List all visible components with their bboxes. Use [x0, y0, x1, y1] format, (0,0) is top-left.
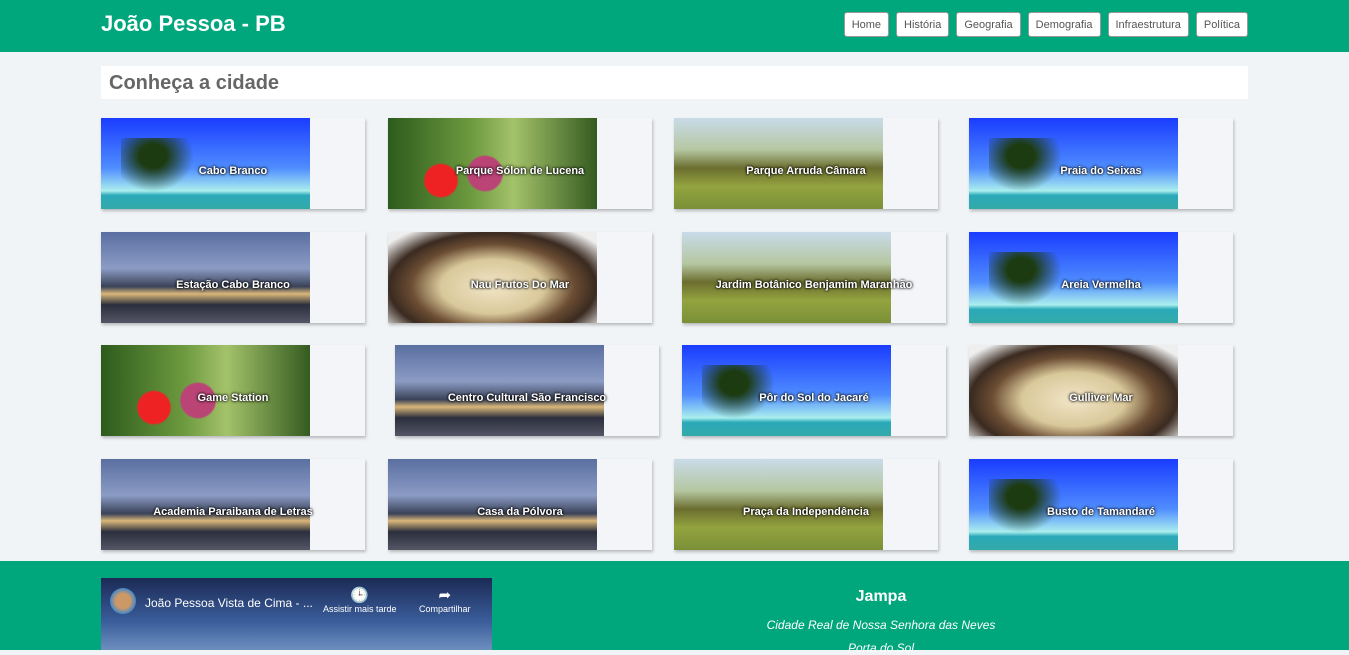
place-label: Parque Sólon de Lucena — [455, 165, 585, 177]
footer-title: Jampa — [855, 588, 907, 605]
footer: João Pessoa Vista de Cima - ... 🕒 Assisti… — [0, 561, 1349, 655]
place-label: Busto de Tamandaré — [1047, 506, 1155, 518]
place-image — [969, 232, 1178, 323]
place-card[interactable]: Game Station — [101, 345, 365, 436]
place-card[interactable]: Pôr do Sol do Jacaré — [682, 345, 946, 436]
place-image — [969, 345, 1178, 436]
footer-line: Porta do Sol — [847, 641, 915, 655]
watch-later-button[interactable]: 🕒 Assistir mais tarde — [323, 586, 397, 614]
place-card[interactable]: Academia Paraibana de Letras — [101, 459, 365, 550]
place-label: Gulliver Mar — [1069, 392, 1133, 404]
place-label: Casa da Pólvora — [477, 506, 563, 518]
place-card[interactable]: Areia Vermelha — [969, 232, 1233, 323]
place-label: Centro Cultural São Francisco — [447, 392, 607, 404]
place-label: Nau Frutos Do Mar — [470, 279, 570, 291]
place-image — [101, 118, 310, 209]
video-title[interactable]: João Pessoa Vista de Cima - ... — [145, 596, 313, 610]
place-label: Pôr do Sol do Jacaré — [759, 392, 869, 404]
place-image — [682, 232, 891, 323]
place-image — [682, 345, 891, 436]
place-card[interactable]: Parque Sólon de Lucena — [388, 118, 652, 209]
place-image — [969, 459, 1178, 550]
place-label: Parque Arruda Câmara — [746, 165, 866, 177]
channel-avatar[interactable] — [110, 588, 136, 614]
place-label: Praia do Seixas — [1060, 165, 1142, 177]
place-card[interactable]: Estação Cabo Branco — [101, 232, 365, 323]
nav-menu: Home História Geografia Demografia Infra… — [843, 12, 1248, 37]
place-card[interactable]: Centro Cultural São Francisco — [395, 345, 659, 436]
share-button[interactable]: ➦ Compartilhar — [419, 586, 471, 614]
nav-politica[interactable]: Política — [1195, 12, 1248, 37]
place-card[interactable]: Praia do Seixas — [969, 118, 1233, 209]
place-card[interactable]: Casa da Pólvora — [388, 459, 652, 550]
nav-home[interactable]: Home — [843, 12, 890, 37]
watch-later-label: Assistir mais tarde — [323, 604, 397, 614]
footer-line: Cidade Real de Nossa Senhora das Neves — [766, 618, 996, 632]
place-image — [674, 118, 883, 209]
share-label: Compartilhar — [419, 604, 471, 614]
place-image — [395, 345, 604, 436]
section-title: Conheça a cidade — [101, 66, 1248, 99]
video-embed[interactable]: João Pessoa Vista de Cima - ... 🕒 Assisti… — [101, 578, 492, 650]
place-card[interactable]: Busto de Tamandaré — [969, 459, 1233, 550]
place-image — [101, 459, 310, 550]
place-label: Cabo Branco — [198, 165, 268, 177]
place-label: Jardim Botânico Benjamim Maranhão — [715, 279, 913, 291]
place-card[interactable]: Praça da Independência — [674, 459, 938, 550]
place-card[interactable]: Cabo Branco — [101, 118, 365, 209]
place-label: Estação Cabo Branco — [176, 279, 290, 291]
place-image — [388, 232, 597, 323]
place-card[interactable]: Nau Frutos Do Mar — [388, 232, 652, 323]
place-image — [969, 118, 1178, 209]
place-label: Areia Vermelha — [1061, 279, 1141, 291]
place-image — [101, 232, 310, 323]
site-title[interactable]: João Pessoa - PB — [101, 11, 286, 37]
header: João Pessoa - PB Home História Geografia… — [0, 0, 1349, 52]
place-card[interactable]: Parque Arruda Câmara — [674, 118, 938, 209]
place-card[interactable]: Jardim Botânico Benjamim Maranhão — [682, 232, 946, 323]
clock-icon: 🕒 — [350, 587, 370, 604]
place-image — [388, 118, 597, 209]
place-image — [674, 459, 883, 550]
nav-demografia[interactable]: Demografia — [1027, 12, 1101, 37]
place-image — [101, 345, 310, 436]
place-label: Praça da Independência — [743, 506, 869, 518]
place-card[interactable]: Gulliver Mar — [969, 345, 1233, 436]
nav-geografia[interactable]: Geografia — [956, 12, 1021, 37]
nav-historia[interactable]: História — [896, 12, 950, 37]
place-label: Academia Paraibana de Letras — [153, 506, 313, 518]
place-image — [388, 459, 597, 550]
place-label: Game Station — [197, 392, 269, 404]
share-icon: ➦ — [438, 587, 452, 604]
nav-infraestrutura[interactable]: Infraestrutura — [1107, 12, 1189, 37]
